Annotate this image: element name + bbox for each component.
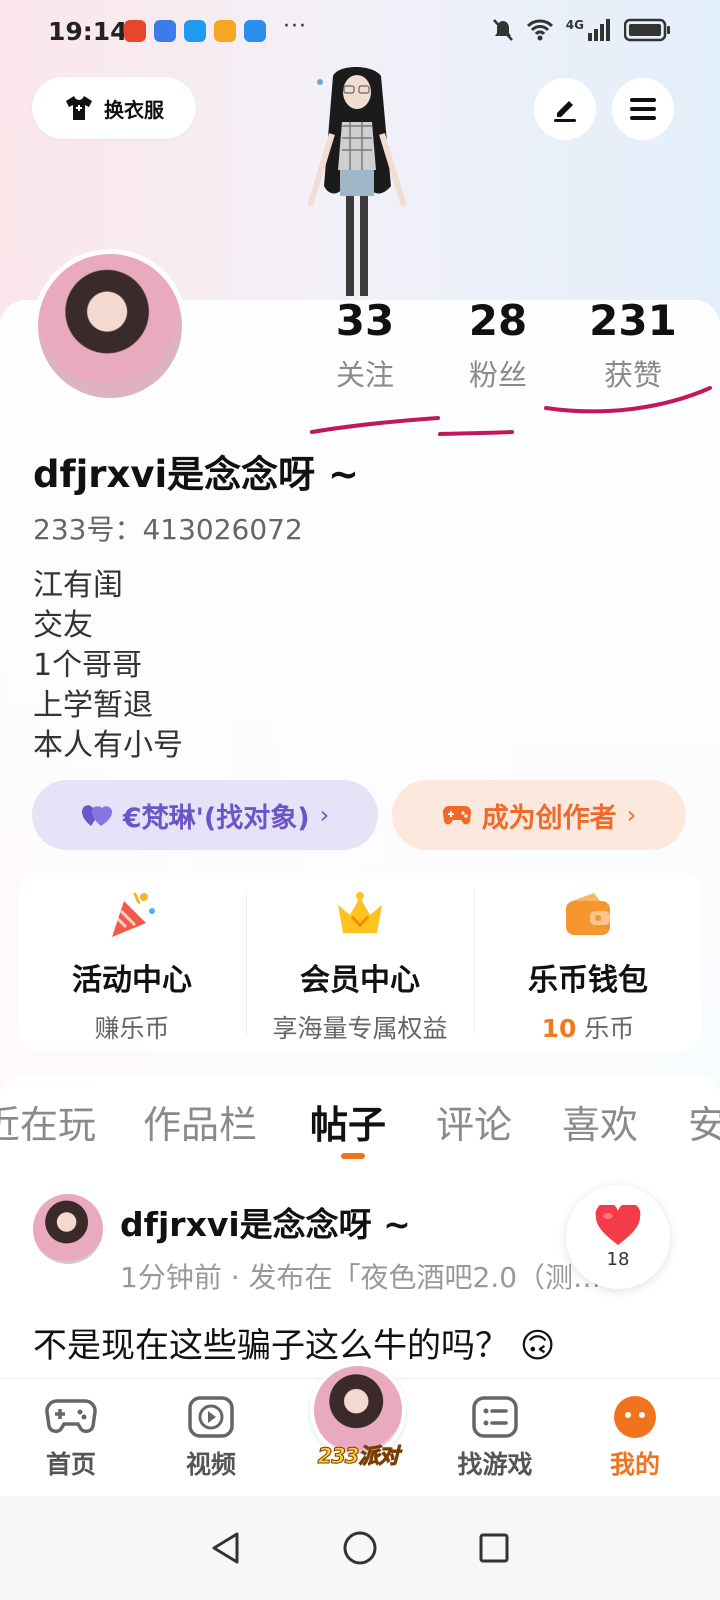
post-author-name[interactable]: dfjrxvi是念念呀 ~ (120, 1198, 411, 1246)
become-creator-label: 成为创作者 (481, 802, 617, 834)
coin-wallet-sub: 10 乐币 (542, 1009, 635, 1045)
video-play-icon (188, 1396, 234, 1438)
active-tab-indicator (341, 1153, 365, 1159)
crown-icon (338, 892, 382, 933)
status-time: 19:14 (48, 17, 128, 46)
app-notification-icon (214, 20, 236, 42)
nav-video[interactable]: 视频 (166, 1395, 256, 1481)
coin-balance: 10 (541, 1014, 577, 1043)
followers-count: 28 (468, 296, 528, 345)
bio-line: 1个哥哥 (33, 648, 143, 683)
party-popper-icon (112, 891, 155, 937)
more-notifications-icon: ··· (283, 14, 307, 39)
bio-line: 交友 (33, 608, 93, 643)
coin-wallet-button[interactable]: 乐币钱包 10 乐币 (474, 873, 702, 1051)
post-text[interactable]: 不是现在这些骗子这么牛的吗？ 🙃 (33, 1318, 555, 1367)
relationship-pill-button[interactable]: €梵琳'(找对象) › (32, 780, 378, 850)
membership-center-title: 会员中心 (300, 963, 420, 998)
coin-wallet-title: 乐币钱包 (528, 963, 648, 998)
change-outfit-label: 换衣服 (104, 97, 164, 122)
profile-avatar[interactable] (33, 249, 187, 403)
network-type: 4G (565, 18, 584, 32)
following-count: 33 (335, 296, 395, 345)
profile-bio: 江有闺 交友 1个哥哥 上学暂退 本人有小号 (33, 566, 183, 766)
tab-works[interactable]: 作品栏 (143, 1094, 257, 1149)
edit-profile-button[interactable] (534, 78, 596, 140)
gamepad-icon (45, 1399, 97, 1434)
app-notification-icon (124, 20, 146, 42)
activity-center-sub: 赚乐币 (94, 1014, 170, 1043)
nav-find-games-label: 找游戏 (457, 1450, 533, 1479)
nav-video-label: 视频 (185, 1450, 236, 1479)
party-center-label[interactable]: 233派对 (306, 1440, 410, 1470)
app-notification-icon (154, 20, 176, 42)
chevron-right-icon: › (319, 801, 330, 829)
list-icon (472, 1396, 518, 1438)
notification-icons (124, 20, 266, 42)
double-heart-icon (81, 805, 112, 826)
become-creator-button[interactable]: 成为创作者 › (392, 780, 686, 850)
tab-recently-played[interactable]: 近在玩 (0, 1094, 96, 1149)
content-tabs: 近在玩 作品栏 帖子 评论 喜欢 安 (0, 1076, 720, 1162)
back-icon[interactable] (209, 1530, 243, 1566)
bio-line: 江有闺 (33, 568, 123, 603)
like-floating-button[interactable]: 18 (566, 1185, 670, 1289)
app-notification-icon (184, 20, 206, 42)
tab-posts[interactable]: 帖子 (310, 1094, 386, 1149)
tab-comments[interactable]: 评论 (436, 1094, 512, 1149)
nav-mine-label: 我的 (609, 1450, 660, 1479)
avatar-character[interactable] (298, 64, 416, 304)
nav-home[interactable]: 首页 (26, 1395, 116, 1481)
likes-count: 231 (589, 296, 677, 345)
gamepad-icon (442, 805, 471, 825)
menu-button[interactable] (612, 78, 674, 140)
relationship-pill-label: €梵琳'(找对象) (122, 802, 310, 834)
status-bar: 19:14 ··· 4G (0, 0, 720, 64)
profile-id[interactable]: 233号：413026072 (33, 508, 303, 548)
home-circle-icon[interactable] (342, 1530, 378, 1566)
battery-icon (624, 18, 670, 42)
app-notification-icon (244, 20, 266, 42)
hamburger-icon (630, 98, 656, 120)
membership-center-button[interactable]: 会员中心 享海量专属权益 (246, 873, 474, 1051)
nav-find-games[interactable]: 找游戏 (450, 1395, 540, 1481)
nav-home-label: 首页 (45, 1450, 96, 1479)
membership-center-sub: 享海量专属权益 (272, 1014, 448, 1043)
services-card: 活动中心 赚乐币 会员中心 享海量专属权益 乐币钱包 10 乐币 (18, 873, 702, 1051)
like-count: 18 (606, 1248, 630, 1270)
heart-icon (595, 1204, 641, 1245)
profile-nickname: dfjrxvi是念念呀 ~ (33, 453, 360, 496)
mute-icon (492, 19, 513, 41)
activity-center-button[interactable]: 活动中心 赚乐币 (18, 873, 246, 1051)
tab-likes[interactable]: 喜欢 (562, 1094, 638, 1149)
tshirt-icon (66, 96, 92, 120)
post-text-body: 不是现在这些骗子这么牛的吗？ (33, 1326, 509, 1366)
activity-center-title: 活动中心 (72, 963, 192, 998)
system-navigation-bar (0, 1496, 720, 1600)
bio-line: 本人有小号 (33, 728, 183, 763)
recents-icon[interactable] (477, 1531, 511, 1565)
wifi-icon (526, 19, 553, 41)
upside-down-face-icon: 🙃 (519, 1326, 556, 1366)
coin-unit: 乐币 (576, 1014, 635, 1043)
change-outfit-button[interactable]: 换衣服 (32, 77, 196, 139)
nav-mine[interactable]: 我的 (590, 1395, 680, 1481)
smiley-icon (614, 1396, 656, 1438)
signal-icon (588, 19, 610, 41)
bio-line: 上学暂退 (33, 688, 153, 723)
annotation-underlines (310, 386, 712, 436)
pencil-icon (554, 101, 576, 122)
post-author-avatar[interactable] (33, 1194, 103, 1264)
tab-more[interactable]: 安 (688, 1094, 720, 1149)
chevron-right-icon: › (626, 801, 637, 829)
wallet-icon (566, 893, 610, 935)
